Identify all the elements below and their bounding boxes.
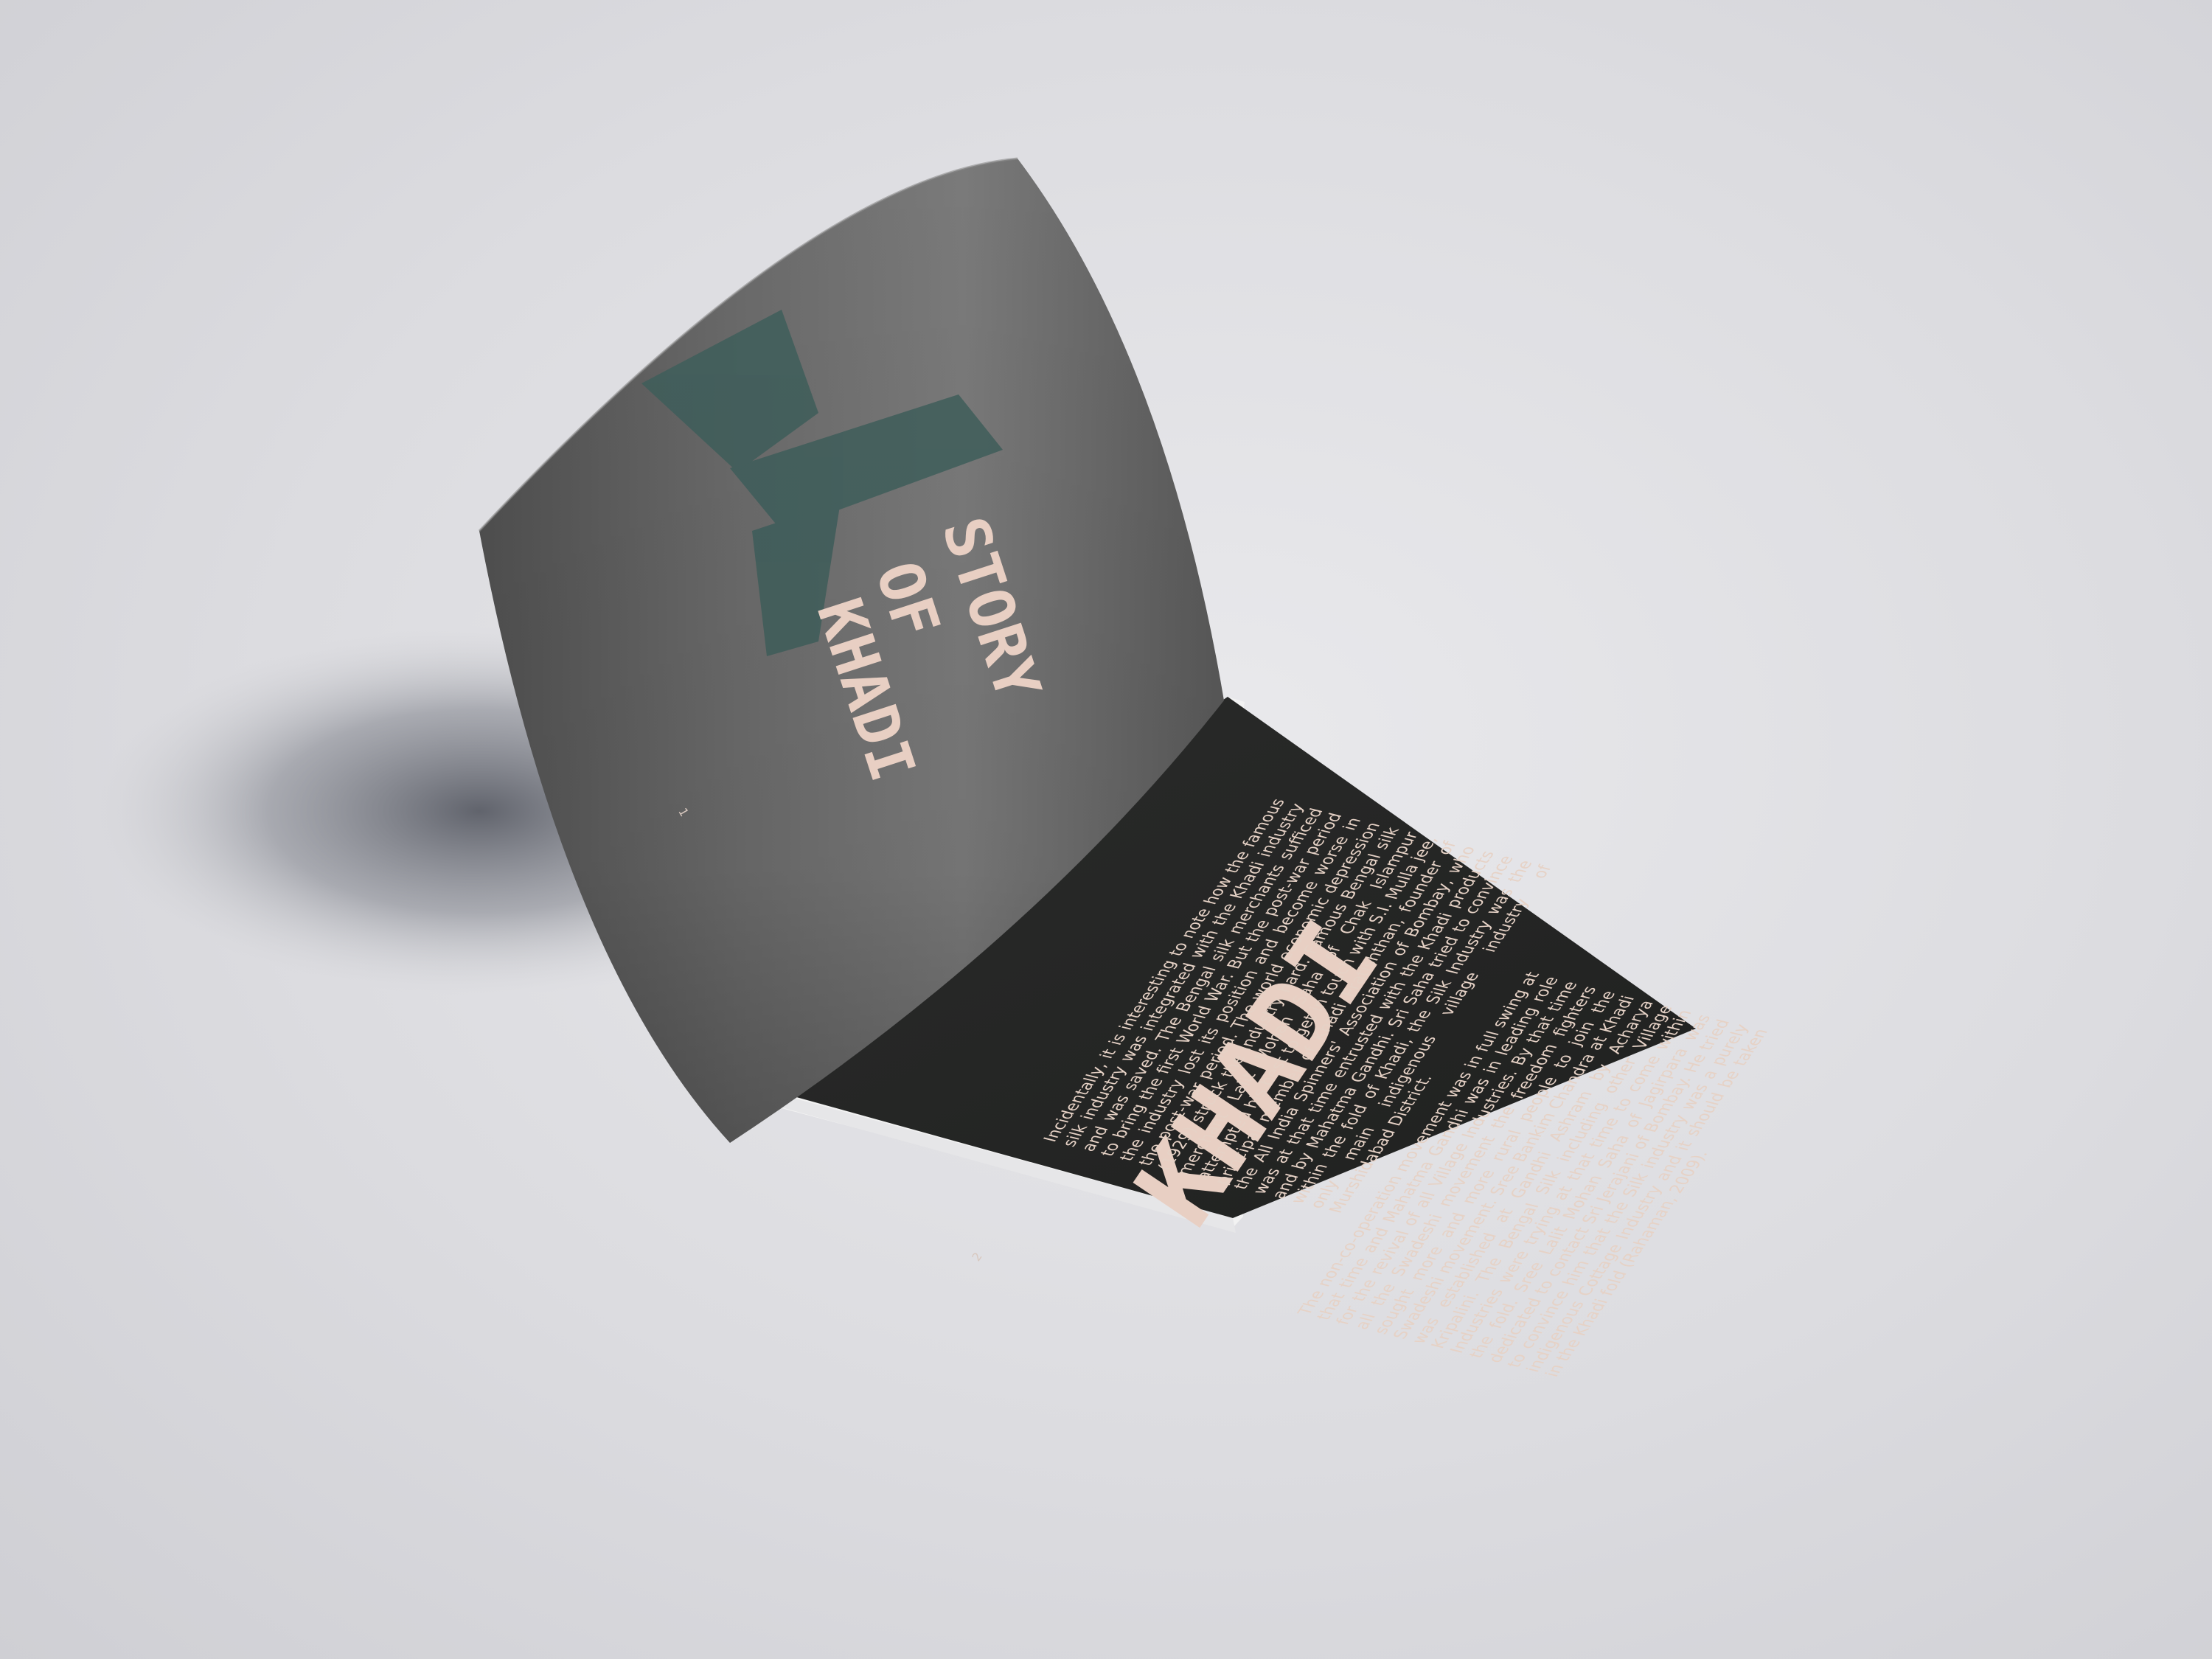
booklet-mockup-scene [96, 157, 1696, 1233]
